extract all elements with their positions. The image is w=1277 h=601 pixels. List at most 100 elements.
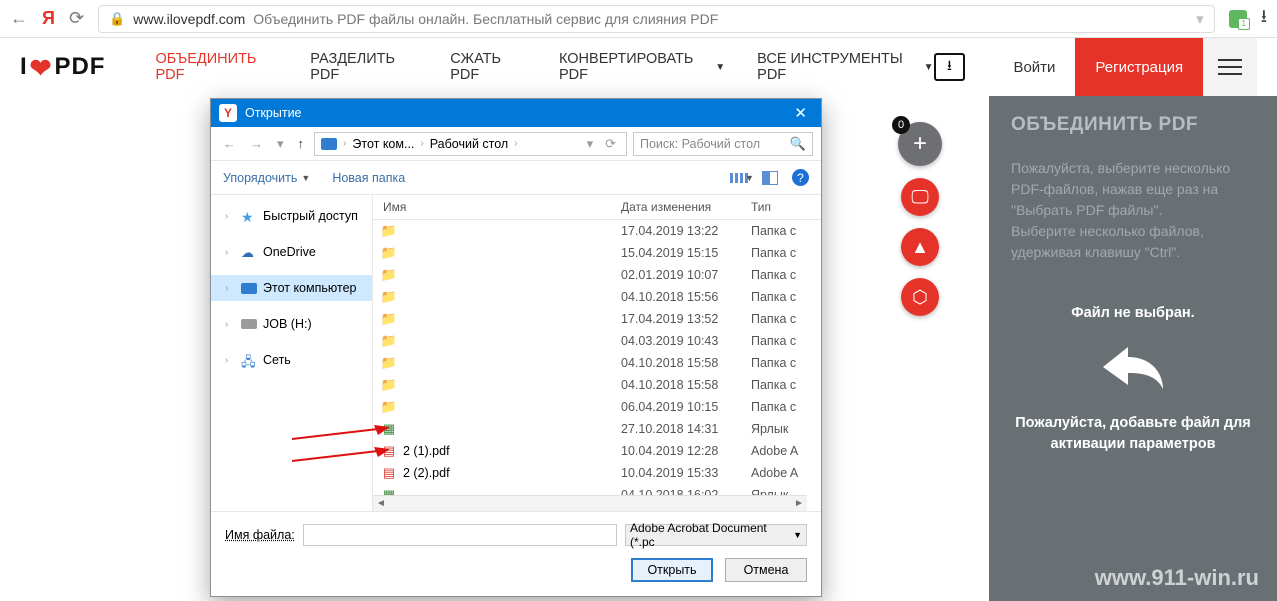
file-name: 2 (1).pdf [403,444,621,458]
file-row[interactable]: ▤2 (2).pdf10.04.2019 15:33Adobe A [373,462,821,484]
col-type[interactable]: Тип [751,200,821,214]
help-button[interactable]: ? [792,169,809,186]
download-icon: ⭳ [947,55,952,79]
file-row[interactable]: 📁02.01.2019 10:07Папка с [373,264,821,286]
file-date: 06.04.2019 10:15 [621,400,751,414]
sidebar-quick-access[interactable]: ›★Быстрый доступ [211,203,372,229]
dialog-body: ›★Быстрый доступ ›☁OneDrive ›Этот компью… [211,195,821,511]
col-name[interactable]: Имя [373,200,621,214]
file-row[interactable]: 📁17.04.2019 13:52Папка с [373,308,821,330]
sidebar-this-pc[interactable]: ›Этот компьютер [211,275,372,301]
star-icon: ★ [241,209,257,223]
file-row[interactable]: 📁04.03.2019 10:43Папка с [373,330,821,352]
menu-convert[interactable]: КОНВЕРТИРОВАТЬ PDF▼ [559,51,725,83]
breadcrumb[interactable]: › Этот ком... › Рабочий стол › ▾ ⟳ [314,132,627,156]
menu-all[interactable]: ВСЕ ИНСТРУМЕНТЫ PDF▼ [757,51,933,83]
extension-icon[interactable] [1229,10,1247,28]
file-type: Папка с [751,312,821,326]
list-header[interactable]: Имя Дата изменения Тип [373,195,821,220]
file-date: 02.01.2019 10:07 [621,268,751,282]
caret-down-icon: ▼ [715,62,725,73]
browser-toolbar: ← Я ⟳ 🔒 www.ilovepdf.com Объединить PDF … [0,0,1277,38]
file-count-badge: 0 [892,116,910,134]
file-date: 17.04.2019 13:22 [621,224,751,238]
dialog-close-button[interactable]: ✕ [788,104,813,122]
file-row[interactable]: 📁06.04.2019 10:15Папка с [373,396,821,418]
bookmark-icon[interactable]: ▾ [1196,10,1204,28]
from-gdrive-button[interactable]: ▲ [901,228,939,266]
file-date: 17.04.2019 13:52 [621,312,751,326]
file-list: Имя Дата изменения Тип 📁17.04.2019 13:22… [373,195,821,511]
folder-icon: 📁 [379,333,399,349]
file-row[interactable]: ▤2 (1).pdf10.04.2019 12:28Adobe A [373,440,821,462]
folder-icon: 📁 [379,399,399,415]
file-date: 04.10.2018 15:56 [621,290,751,304]
nav-up-button[interactable]: ↑ [294,134,309,153]
file-date: 04.10.2018 15:58 [621,378,751,392]
login-button[interactable]: Войти [993,59,1075,76]
folder-icon: 📁 [379,245,399,261]
menu-burger-button[interactable] [1203,38,1257,96]
file-type: Папка с [751,246,821,260]
view-mode-button[interactable]: ▼ [730,173,748,183]
file-row[interactable]: 📁04.10.2018 15:58Папка с [373,374,821,396]
from-dropbox-button[interactable]: ⬡ [901,278,939,316]
cancel-button[interactable]: Отмена [725,558,807,582]
crumb-1[interactable]: Этот ком... [352,137,414,151]
sidebar-onedrive[interactable]: ›☁OneDrive [211,239,372,265]
scroll-right-icon[interactable]: ► [791,498,807,509]
file-row[interactable]: 📁04.10.2018 15:58Папка с [373,352,821,374]
sidebar-disk-job[interactable]: ›JOB (H:) [211,311,372,337]
auth-area: Войти Регистрация [993,38,1203,96]
open-button[interactable]: Открыть [631,558,713,582]
col-date[interactable]: Дата изменения [621,200,751,214]
download-app-button[interactable]: ⭳ [934,53,966,81]
nav-recent-button[interactable]: ▾ [273,134,288,154]
horizontal-scrollbar[interactable]: ◄ ► [373,495,807,511]
back-button[interactable]: ← [10,8,28,29]
yandex-logo-icon[interactable]: Я [42,8,55,29]
dialog-titlebar[interactable]: Y Открытие ✕ [211,99,821,127]
file-type: Папка с [751,356,821,370]
filename-input[interactable] [303,524,617,546]
sidebar-network[interactable]: ›🖧Сеть [211,347,372,373]
crumb-2[interactable]: Рабочий стол [430,137,508,151]
file-type: Ярлык [751,422,821,436]
nav-back-button[interactable]: ← [219,134,240,153]
gdrive-icon: ▲ [911,237,929,258]
url-title: Объединить PDF файлы онлайн. Бесплатный … [253,11,718,27]
nav-fwd-button[interactable]: → [246,134,267,153]
chevron-right-icon: › [514,138,517,149]
address-bar[interactable]: 🔒 www.ilovepdf.com Объединить PDF файлы … [98,5,1215,33]
file-row[interactable]: 📁15.04.2019 15:15Папка с [373,242,821,264]
scroll-left-icon[interactable]: ◄ [373,498,389,509]
folder-icon: 📁 [379,355,399,371]
file-row[interactable]: 📁17.04.2019 13:22Папка с [373,220,821,242]
menu-split[interactable]: РАЗДЕЛИТЬ PDF [310,51,418,83]
yandex-app-icon: Y [219,104,237,122]
pc-icon [321,138,337,150]
preview-pane-button[interactable] [762,171,778,185]
crumb-dropdown-button[interactable]: ▾ [583,134,598,154]
lock-icon: 🔒 [109,11,125,27]
menu-merge[interactable]: ОБЪЕДИНИТЬ PDF [155,51,278,83]
menu-compress[interactable]: СЖАТЬ PDF [450,51,527,83]
reply-arrow-icon [1098,335,1168,391]
dialog-search-input[interactable]: Поиск: Рабочий стол 🔍 [633,132,813,156]
site-logo[interactable]: I ❤ PDF [20,52,105,83]
add-file-button[interactable]: 0 + [898,122,942,166]
file-row[interactable]: 📁04.10.2018 15:56Папка с [373,286,821,308]
file-row[interactable]: ▦27.10.2018 14:31Ярлык [373,418,821,440]
from-computer-button[interactable]: 🖵 [901,178,939,216]
cloud-icon: ☁ [241,245,257,259]
disk-icon [241,319,257,329]
reload-button[interactable]: ⟳ [69,8,84,29]
crumb-refresh-button[interactable]: ⟳ [601,134,620,154]
new-folder-button[interactable]: Новая папка [332,171,405,185]
register-button[interactable]: Регистрация [1075,38,1203,96]
file-type: Папка с [751,268,821,282]
file-type: Папка с [751,290,821,304]
organize-button[interactable]: Упорядочить▼ [223,171,310,185]
filetype-dropdown[interactable]: Adobe Acrobat Document (*.pc▼ [625,524,807,546]
downloads-icon[interactable]: ⭳ [1261,4,1267,34]
